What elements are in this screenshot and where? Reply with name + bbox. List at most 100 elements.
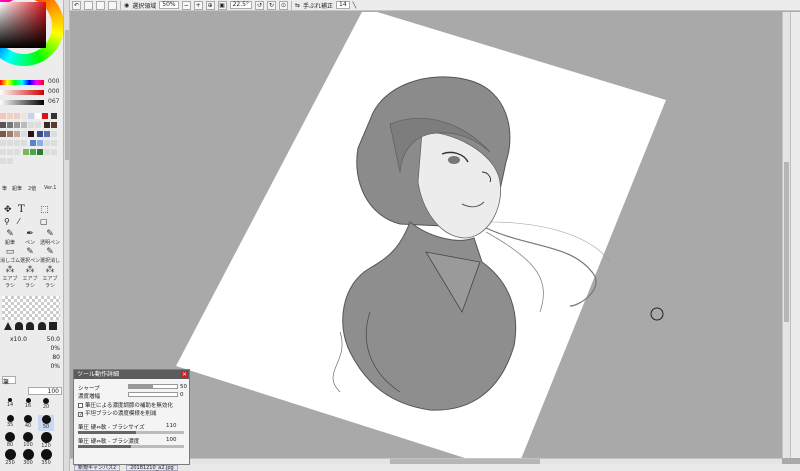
brush-size-40[interactable]: 40	[20, 415, 36, 431]
selection-icon[interactable]: ⬚	[40, 205, 49, 215]
brush-preview	[2, 296, 60, 320]
brush-tab-1[interactable]: 筆	[2, 185, 7, 192]
sharp-label: シャープ	[78, 386, 100, 392]
color-swatches[interactable]	[0, 113, 60, 167]
brush-size-50[interactable]: 50	[38, 415, 54, 431]
brush-size-80[interactable]: 80	[2, 432, 18, 448]
pressure-density-slider[interactable]	[78, 445, 184, 448]
saturation-slider[interactable]	[0, 90, 44, 95]
tool-pencil[interactable]: ✎ 鉛筆	[0, 230, 20, 248]
move-icon[interactable]: ✥	[4, 205, 12, 215]
rotate-reset-button[interactable]: ⊙	[278, 0, 288, 10]
rotate-right-button[interactable]: ↻	[266, 0, 276, 10]
tool-airbrush-2[interactable]: ⁂ エアブラシ	[20, 265, 40, 290]
checkbox-flat-brush[interactable]: ✓ 平坦ブラシの濃度模様を削減	[78, 409, 156, 418]
size-field[interactable]: x10.0 50.0	[10, 336, 62, 344]
brush-size-16[interactable]: 16	[20, 398, 36, 414]
brush-tab-3[interactable]: 2値	[28, 185, 36, 192]
tool-airbrush-1[interactable]: ⁂ エアブラシ	[0, 265, 20, 290]
rotation-field[interactable]: 22.5°	[229, 1, 252, 9]
checkbox-1[interactable]	[78, 403, 83, 408]
airbrush-icon: ⁂	[5, 265, 15, 275]
density-slider[interactable]	[128, 392, 178, 397]
hand-icon[interactable]: ▢	[40, 217, 48, 226]
pencil-icon: ✎	[6, 229, 14, 239]
airbrush-icon: ⁂	[45, 265, 55, 275]
brush-tab-2[interactable]: 鉛筆	[12, 185, 22, 192]
hue-slider[interactable]	[0, 80, 44, 85]
brush-size-300[interactable]: 300	[20, 449, 36, 466]
dome-shape-icon[interactable]	[15, 322, 24, 330]
min-size-field[interactable]: 0%	[10, 345, 62, 353]
triangle-shape-icon[interactable]	[4, 322, 12, 330]
canvas-tab-bar: 新規キャンバス2 20181210_a2.jpg	[70, 464, 800, 471]
brush-size-20[interactable]: 20	[38, 398, 54, 414]
rotate-left-button[interactable]: ↺	[254, 0, 264, 10]
undo-icon[interactable]: ↶	[72, 0, 81, 10]
pen-icon: ✒	[26, 229, 34, 239]
flip-icon[interactable]: ⇆	[295, 2, 300, 9]
density-field[interactable]: 80	[10, 354, 62, 362]
tool-select-erase[interactable]: ✎ 選択消し	[40, 248, 60, 266]
deselect-icon[interactable]	[96, 0, 105, 10]
invert-icon[interactable]	[108, 0, 117, 10]
tool-select-pen[interactable]: ✎ 選択ペン	[20, 248, 40, 266]
select-erase-icon: ✎	[46, 247, 54, 257]
blend-value-field[interactable]: 100	[28, 387, 62, 395]
brush-tab-4[interactable]: Ver.1	[44, 185, 56, 191]
value-slider[interactable]	[0, 100, 44, 105]
brush-cursor	[650, 307, 664, 321]
detail-panel-titlebar[interactable]: ツール動作詳細 ×	[74, 370, 189, 379]
tool-pen[interactable]: ✒ ペン	[20, 230, 40, 248]
zoom-fit-button[interactable]: ▣	[217, 0, 227, 10]
dome-shape-icon-3[interactable]	[37, 322, 46, 330]
square-shape-icon[interactable]	[48, 322, 57, 330]
text-tool-icon[interactable]: T	[18, 204, 25, 215]
saturation-value-square[interactable]	[0, 2, 46, 48]
detail-panel-title: ツール動作詳細	[77, 371, 120, 378]
stabilizer-field[interactable]: 14	[336, 1, 350, 9]
airbrush-icon: ⁂	[25, 265, 35, 275]
brush-size-350[interactable]: 350	[38, 449, 54, 466]
zoom-reset-button[interactable]: ⊕	[205, 0, 215, 10]
brush-size-120[interactable]: 120	[38, 432, 54, 449]
brush-size-250[interactable]: 250	[2, 449, 18, 466]
selection-visibility-label: 選択領域	[132, 2, 157, 10]
canvas-tab-2[interactable]: 20181210_a2.jpg	[126, 464, 178, 471]
zoom-out-button[interactable]: −	[181, 0, 191, 10]
zoom-field[interactable]: 50%	[159, 1, 179, 9]
mode-select[interactable]: 筆	[2, 376, 16, 386]
eraser-icon: ▭	[5, 247, 15, 257]
brush-size-100[interactable]: 100	[20, 432, 36, 448]
hue-slider-value: 000	[48, 78, 60, 85]
zoom-icon[interactable]: ⚲	[4, 217, 10, 226]
dome-shape-icon-2[interactable]	[26, 322, 35, 330]
brush-size-14[interactable]: 14	[2, 398, 18, 414]
tool-eraser[interactable]: ▭ 消しゴム	[0, 248, 20, 266]
select-pen-icon: ✎	[26, 247, 34, 257]
zoom-in-button[interactable]: +	[193, 0, 203, 10]
brush-icon: ✎	[46, 229, 54, 239]
tool-transparent-pen[interactable]: ✎ 透明ペン	[40, 230, 60, 248]
redo-icon[interactable]	[84, 0, 93, 10]
line-tool-icon[interactable]: ╲	[353, 2, 357, 9]
brush-size-35[interactable]: 35	[2, 415, 18, 431]
density-label: 濃度増幅	[78, 394, 101, 400]
eye-icon[interactable]: ◉	[124, 2, 129, 9]
tool-detail-panel: ツール動作詳細 × シャープ 50 濃度増幅 0 筆圧による濃度調節の補助を無効…	[73, 369, 190, 465]
checkbox-2[interactable]: ✓	[78, 412, 83, 418]
pressure-size-slider[interactable]	[78, 431, 184, 434]
canvas-tab-1[interactable]: 新規キャンバス2	[74, 464, 121, 471]
sharp-value: 50	[180, 384, 187, 390]
sharp-slider[interactable]	[128, 384, 178, 389]
blend-field[interactable]: 0%	[10, 363, 62, 371]
vertical-scrollbar[interactable]	[782, 12, 790, 458]
top-toolbar: ↶ ◉ 選択領域 50% − + ⊕ ▣ 22.5° ↺ ↻ ⊙ ⇆ 手ぶれ補正…	[70, 0, 800, 11]
brush-shape-row[interactable]	[4, 322, 60, 332]
checkbox-pressure-assist[interactable]: 筆圧による濃度調節の補助を無効化	[78, 401, 173, 409]
tool-airbrush-3[interactable]: ⁂ エアブラシ	[40, 265, 60, 290]
close-icon[interactable]: ×	[181, 371, 188, 378]
pressure-size-value: 110	[166, 423, 177, 429]
eyedropper-icon[interactable]: ⁄	[18, 217, 19, 226]
value-slider-value: 067	[48, 98, 60, 105]
